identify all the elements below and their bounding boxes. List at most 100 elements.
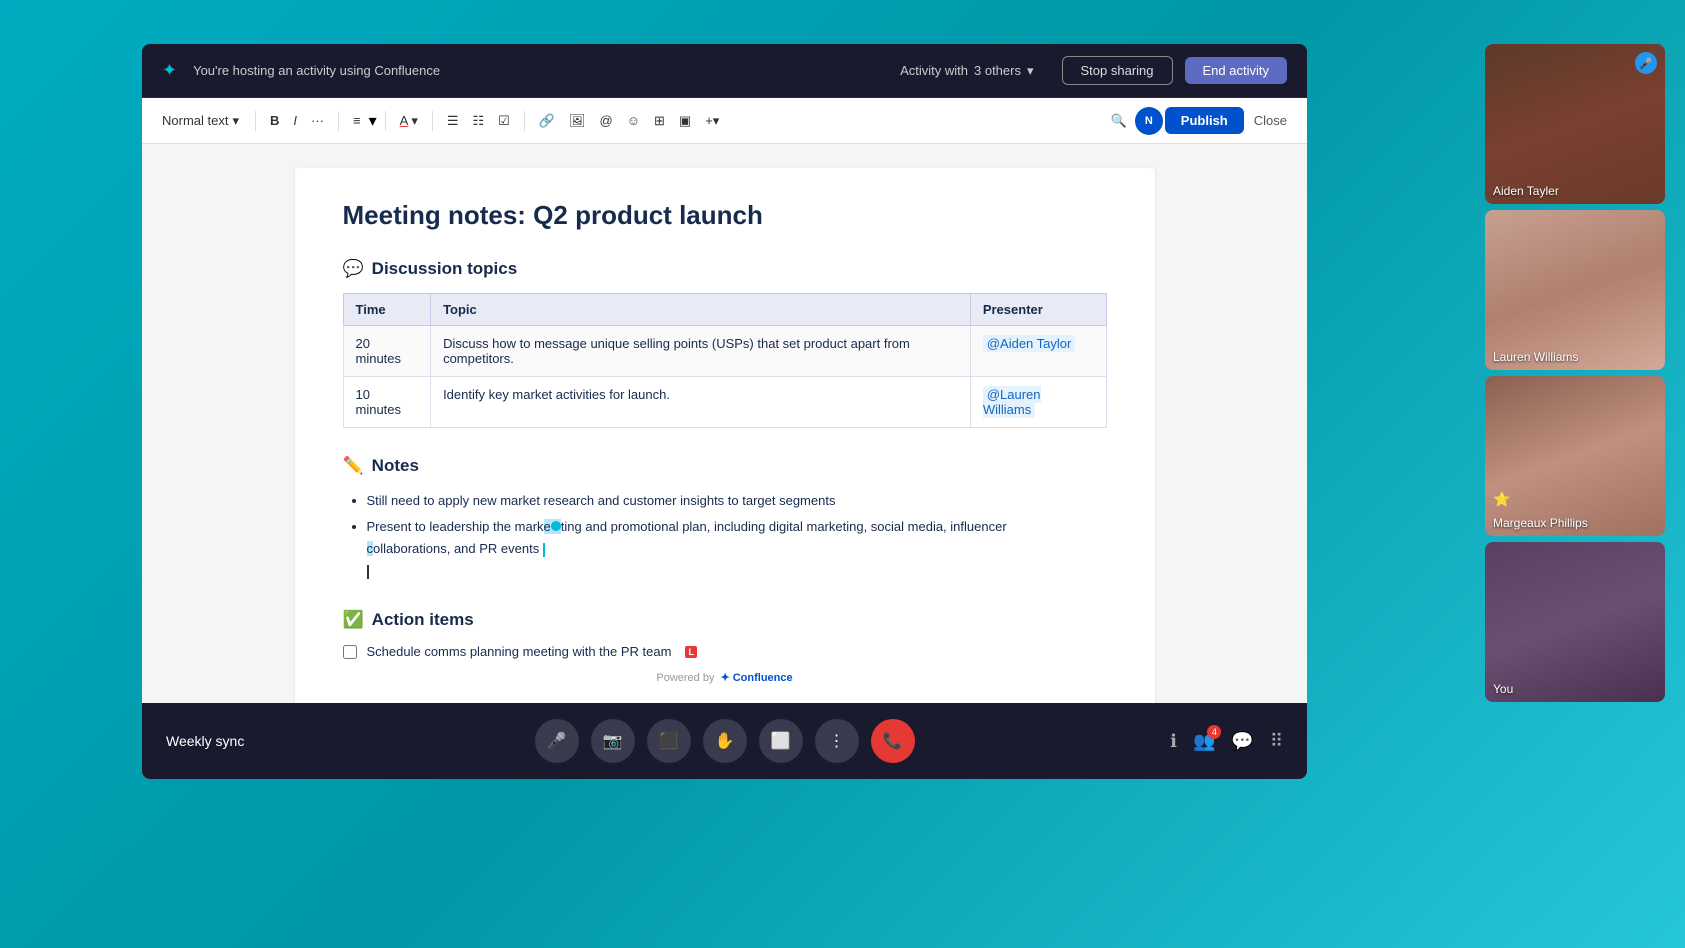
chevron-down-icon: ▾ [369,111,377,131]
participant-name-you: You [1493,682,1513,696]
text-style-selector[interactable]: Normal text ▾ [154,109,247,133]
more-format-button[interactable]: ··· [305,109,330,132]
action-item: Schedule comms planning meeting with the… [343,644,1107,659]
format-group: B I ··· [264,109,330,132]
activity-badge: Activity with 3 others ▾ [900,63,1033,79]
avatar: N [1135,107,1163,135]
stop-sharing-button[interactable]: Stop sharing [1062,56,1173,85]
table-cell-topic-2: Identify key market activities for launc… [431,377,971,428]
close-button[interactable]: Close [1246,109,1295,132]
ordered-list-button[interactable]: ☷ [467,109,491,133]
collaborator-flag: L [685,646,697,658]
more-insert-button[interactable]: +▾ [699,109,725,133]
search-button[interactable]: 🔍 [1105,109,1133,133]
image-button[interactable]: 🖼 [563,109,592,133]
emoji-button[interactable]: ☺ [621,109,646,132]
people-count-badge: 4 [1207,725,1221,739]
chat-button[interactable]: 💬 [1231,731,1253,752]
right-toolbar-group: 🔍 N Publish Close [1105,107,1295,135]
divider-2 [338,111,339,131]
divider-3 [385,111,386,131]
action-checkbox[interactable] [343,645,357,659]
video-tile-lauren: Lauren Williams [1485,210,1665,370]
powered-by: Powered by ✦ Confluence [343,659,1107,692]
others-count: 3 others [974,63,1021,78]
table-cell-presenter-1: @Aiden Taylor [970,326,1106,377]
table-cell-time-1: 20 minutes [343,326,431,377]
main-window: ✦ You're hosting an activity using Confl… [142,44,1307,779]
collaborator-cursor [551,521,561,531]
table-button[interactable]: ⊞ [648,109,671,133]
color-icon: A [400,113,409,128]
activity-with-text: Activity with [900,63,968,78]
color-group: A ▾ [394,109,424,133]
notes-icon: ✏️ [343,456,364,476]
divider-1 [255,111,256,131]
screenshare-button[interactable]: ⬛ [647,719,691,763]
confluence-page: Meeting notes: Q2 product launch 💬 Discu… [295,168,1155,724]
notes-heading-text: Notes [372,456,419,476]
text-cursor [543,543,545,557]
editor-area: Meeting notes: Q2 product launch 💬 Discu… [142,144,1307,779]
task-list-button[interactable]: ☑ [492,109,516,133]
notes-section: ✏️ Notes Still need to apply new market … [343,456,1107,586]
divider-5 [524,111,525,131]
action-item-text: Schedule comms planning meeting with the… [367,644,672,659]
list-group: ☰ ☷ ☑ [441,109,516,133]
people-button[interactable]: 👥 4 [1193,731,1215,752]
info-button[interactable]: ℹ [1170,731,1177,752]
video-tile-margeaux: ⭐ Margeaux Phillips [1485,376,1665,536]
align-button[interactable]: ≡ [347,109,367,132]
page-title[interactable]: Meeting notes: Q2 product launch [343,200,1107,231]
text-style-group: Normal text ▾ [154,109,247,133]
text-color-button[interactable]: A ▾ [394,109,424,133]
participant-name-aiden: Aiden Tayler [1493,184,1559,198]
end-call-button[interactable]: 📞 [871,719,915,763]
mention-button[interactable]: @ [594,109,619,132]
discussion-heading-text: Discussion topics [372,259,517,279]
table-header-presenter: Presenter [970,294,1106,326]
insert-group: 🔗 🖼 @ ☺ ⊞ ▣ +▾ [533,109,726,133]
table-cell-topic-1: Discuss how to message unique selling po… [431,326,971,377]
notes-heading: ✏️ Notes [343,456,1107,476]
chevron-down-icon: ▾ [411,113,418,129]
bold-button[interactable]: B [264,109,285,132]
link-button[interactable]: 🔗 [533,109,561,133]
pip-button[interactable]: ⬜ [759,719,803,763]
mic-on-indicator: 🎤 [1635,52,1657,74]
divider-4 [432,111,433,131]
table-cell-presenter-2: @Lauren Williams [970,377,1106,428]
text-selection: e [544,519,561,534]
table-header-time: Time [343,294,431,326]
participant-name-lauren: Lauren Williams [1493,350,1578,364]
discussion-heading: 💬 Discussion topics [343,259,1107,279]
layout-button[interactable]: ▣ [673,109,697,133]
powered-by-text: Powered by [656,672,714,684]
more-options-button[interactable]: ⋮ [815,719,859,763]
table-row: 10 minutes Identify key market activitie… [343,377,1106,428]
mention-aiden: @Aiden Taylor [983,335,1076,352]
italic-button[interactable]: I [287,109,303,132]
activity-banner: ✦ You're hosting an activity using Confl… [142,44,1307,98]
apps-button[interactable]: ⠿ [1270,731,1283,752]
action-icon: ✅ [343,610,364,630]
text-selection-2: c [367,541,374,556]
video-tile-you: You [1485,542,1665,702]
publish-button[interactable]: Publish [1165,107,1244,134]
camera-button[interactable]: 📷 [591,719,635,763]
action-heading: ✅ Action items [343,610,1107,630]
bullet-list-button[interactable]: ☰ [441,109,465,133]
chevron-down-icon: ▾ [232,113,239,129]
video-tile-aiden: 🎤 Aiden Tayler [1485,44,1665,204]
hosting-text: You're hosting an activity using Conflue… [193,63,888,78]
action-section: ✅ Action items Schedule comms planning m… [343,610,1107,659]
list-item: Present to leadership the marketing and … [367,516,1107,560]
mute-button[interactable]: 🎤 [535,719,579,763]
end-activity-button[interactable]: End activity [1185,57,1287,84]
align-group: ≡ ▾ [347,109,377,132]
table-header-topic: Topic [431,294,971,326]
confluence-brand-logo: ✦ Confluence [720,671,792,684]
raise-hand-button[interactable]: ✋ [703,719,747,763]
cursor-position [367,565,369,579]
discussion-icon: 💬 [343,259,364,279]
